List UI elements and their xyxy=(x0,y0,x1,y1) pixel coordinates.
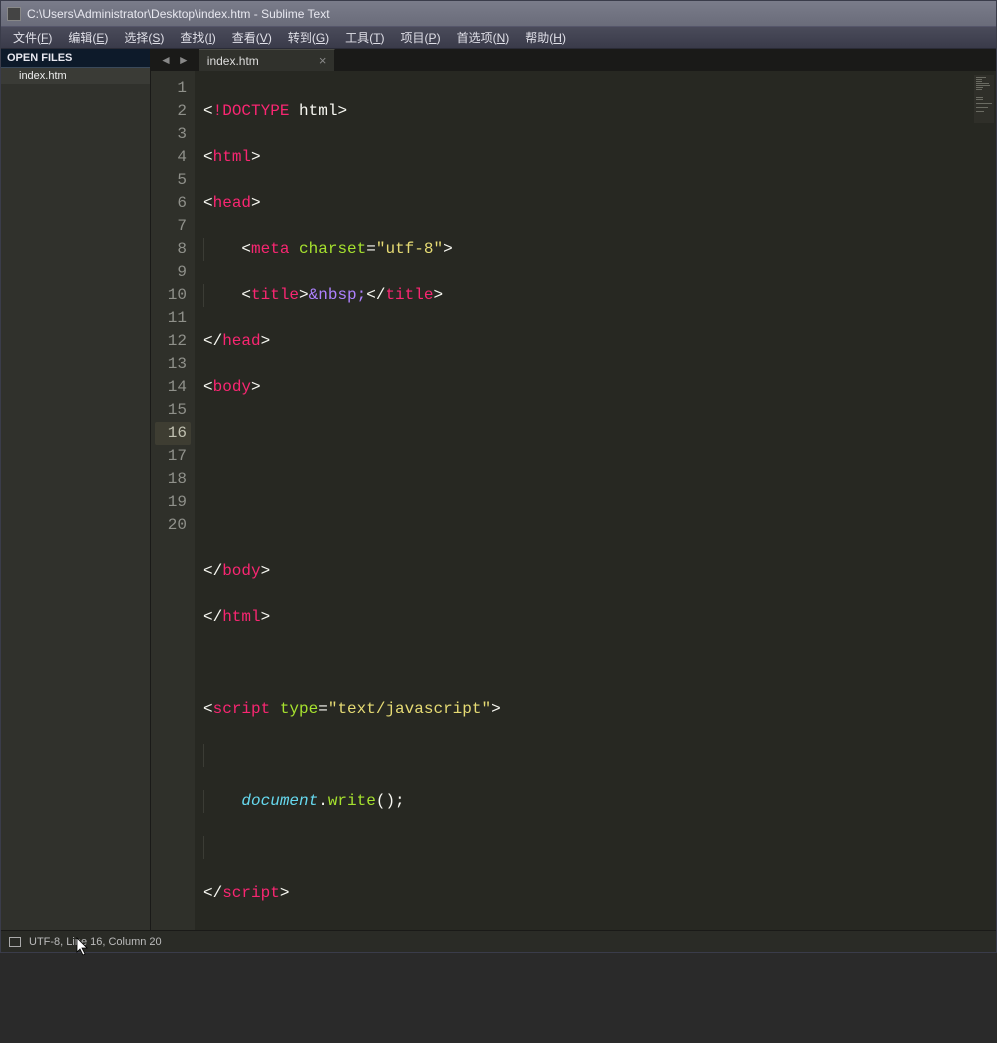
panel-toggle-icon[interactable] xyxy=(9,937,21,947)
sidebar-file-item[interactable]: index.htm xyxy=(1,68,150,84)
tab-index-htm[interactable]: index.htm × xyxy=(199,49,336,71)
code-area[interactable]: 1 2 3 4 5 6 7 8 9 10 11 12 13 14 15 16 1… xyxy=(151,71,996,930)
menu-file[interactable]: 文件(F) xyxy=(5,27,60,48)
editor-column: ◄ ► index.htm × 1 2 3 4 5 6 7 8 9 10 11 xyxy=(151,49,996,930)
minimap[interactable] xyxy=(972,71,996,930)
tab-label: index.htm xyxy=(207,54,259,68)
window-title: C:\Users\Administrator\Desktop\index.htm… xyxy=(27,7,330,21)
tab-nav: ◄ ► xyxy=(151,49,199,71)
code-text[interactable]: <!DOCTYPE html> <html> <head> <meta char… xyxy=(195,71,972,930)
menu-project[interactable]: 项目(P) xyxy=(393,27,449,48)
tab-close-icon[interactable]: × xyxy=(319,53,327,68)
sidebar: OPEN FILES index.htm xyxy=(1,49,151,930)
app-icon xyxy=(7,7,21,21)
menu-help[interactable]: 帮助(H) xyxy=(517,27,574,48)
menu-select[interactable]: 选择(S) xyxy=(116,27,172,48)
tab-nav-forward-icon[interactable]: ► xyxy=(175,53,193,67)
gutter: 1 2 3 4 5 6 7 8 9 10 11 12 13 14 15 16 1… xyxy=(151,71,195,930)
main-area: OPEN FILES index.htm ◄ ► index.htm × 1 2… xyxy=(1,49,996,930)
menu-prefs[interactable]: 首选项(N) xyxy=(449,27,518,48)
menu-edit[interactable]: 编辑(E) xyxy=(60,27,116,48)
status-text: UTF-8, Line 16, Column 20 xyxy=(29,936,162,948)
menu-view[interactable]: 查看(V) xyxy=(224,27,280,48)
titlebar: C:\Users\Administrator\Desktop\index.htm… xyxy=(1,1,996,27)
menu-find[interactable]: 查找(I) xyxy=(172,27,223,48)
menu-goto[interactable]: 转到(G) xyxy=(280,27,337,48)
menu-tools[interactable]: 工具(T) xyxy=(337,27,392,48)
tab-nav-back-icon[interactable]: ◄ xyxy=(157,53,175,67)
menubar: 文件(F) 编辑(E) 选择(S) 查找(I) 查看(V) 转到(G) 工具(T… xyxy=(1,27,996,49)
tab-row: ◄ ► index.htm × xyxy=(151,49,996,71)
sidebar-header-open-files: OPEN FILES xyxy=(1,49,150,68)
